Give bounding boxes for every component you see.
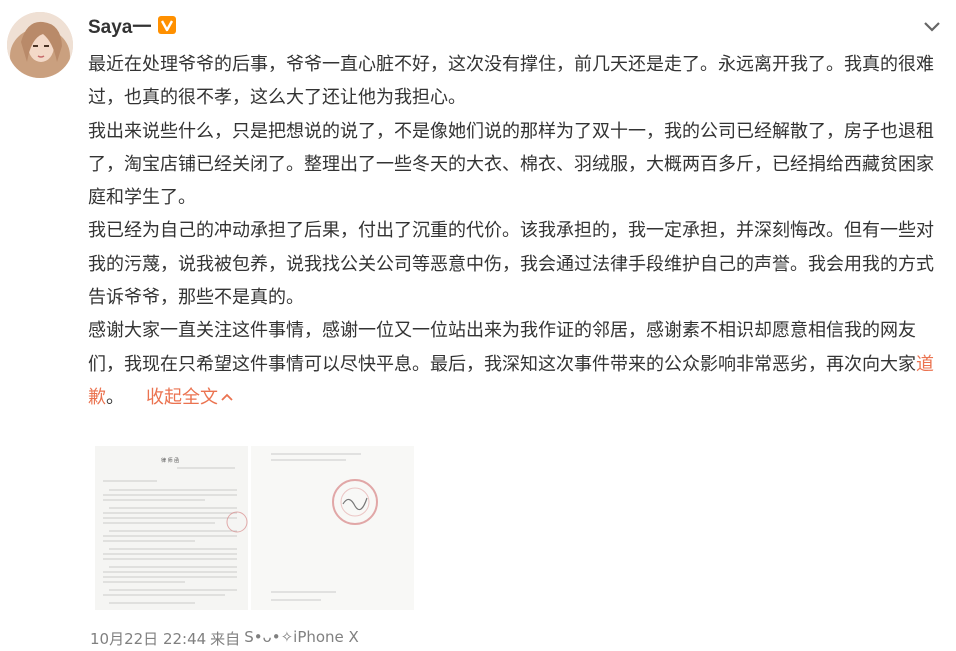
collapse-button[interactable]: 收起全文 bbox=[146, 387, 234, 408]
username-link[interactable]: Saya一 bbox=[88, 12, 151, 39]
doc-title: 律 师 函 bbox=[161, 457, 179, 464]
paragraph-4-end: 。 bbox=[106, 386, 124, 408]
verified-badge-icon bbox=[157, 15, 177, 35]
lawyer-letter-image-1[interactable]: 律 师 函 bbox=[95, 446, 248, 610]
from-label: 来自 bbox=[210, 630, 241, 648]
post-body: 最近在处理爷爷的后事，爷爷一直心脏不好，这次没有撑住，前几天还是走了。永远离开我… bbox=[88, 48, 950, 414]
document-page-1: 律 师 函 bbox=[103, 457, 248, 604]
image-gallery: 律 师 函 bbox=[95, 446, 414, 610]
chevron-up-icon bbox=[221, 393, 233, 401]
post-header: Saya一 bbox=[88, 12, 177, 38]
lawyer-letter-image-2[interactable] bbox=[251, 446, 414, 610]
chevron-down-icon[interactable] bbox=[922, 16, 942, 36]
paragraph-4: 感谢大家一直关注这件事情，感谢一位又一位站出来为我作证的邻居，感谢素不相识却愿意… bbox=[88, 314, 950, 414]
avatar[interactable] bbox=[7, 12, 73, 78]
paragraph-2: 我出来说些什么，只是把想说的说了，不是像她们说的那样为了双十一，我的公司已经解散… bbox=[88, 120, 934, 209]
paragraph-3: 我已经为自己的冲动承担了后果，付出了沉重的代价。该我承担的，我一定承担，并深刻悔… bbox=[88, 220, 934, 309]
paragraph-1: 最近在处理爷爷的后事，爷爷一直心脏不好，这次没有撑住，前几天还是走了。永远离开我… bbox=[88, 54, 934, 109]
post-timestamp[interactable]: 10月22日 22:44 bbox=[90, 628, 206, 649]
paragraph-4-text: 感谢大家一直关注这件事情，感谢一位又一位站出来为我作证的邻居，感谢素不相识却愿意… bbox=[88, 320, 916, 375]
post-source[interactable]: S•ᴗ•✧iPhone X bbox=[244, 628, 359, 649]
document-page-2 bbox=[271, 453, 378, 601]
post-meta: 10月22日 22:44 来自 S•ᴗ•✧iPhone X bbox=[90, 628, 359, 649]
avatar-image bbox=[7, 12, 73, 78]
collapse-label: 收起全文 bbox=[146, 386, 218, 408]
